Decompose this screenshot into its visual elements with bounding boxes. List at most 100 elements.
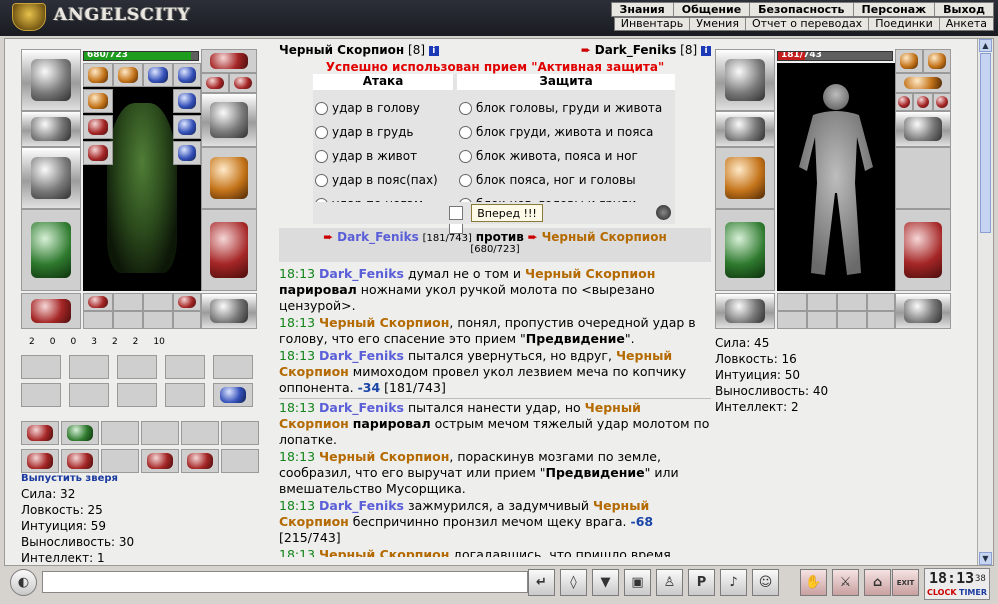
skill-slot[interactable] xyxy=(69,383,109,407)
scroll-slot[interactable] xyxy=(221,449,259,473)
attack-option[interactable]: удар в пояс(пах) xyxy=(315,168,455,192)
versus-left-name[interactable]: Dark_Feniks xyxy=(337,230,419,244)
amulet-slot[interactable] xyxy=(923,49,951,73)
refresh-icon[interactable] xyxy=(656,205,671,220)
scroll-thumb[interactable] xyxy=(980,53,991,233)
rune-slot[interactable] xyxy=(173,141,201,165)
skill-slot[interactable] xyxy=(213,383,253,407)
rune-slot[interactable] xyxy=(83,141,113,165)
skill-slot[interactable] xyxy=(117,383,157,407)
skill-slot[interactable] xyxy=(21,383,61,407)
rune-slot[interactable] xyxy=(83,63,113,87)
attack-option[interactable]: удар в голову xyxy=(315,96,455,120)
skill-slot[interactable] xyxy=(213,355,253,379)
belt-slot[interactable] xyxy=(21,293,81,329)
rune-slot[interactable] xyxy=(83,115,113,139)
rune-slot[interactable] xyxy=(143,63,173,87)
defense-option[interactable]: блок живота, пояса и ног xyxy=(459,144,675,168)
gloves-slot[interactable] xyxy=(201,93,257,147)
scroll-slot[interactable] xyxy=(61,449,99,473)
save-icon[interactable]: ▣ xyxy=(624,569,651,596)
auto-checkbox[interactable] xyxy=(449,206,463,220)
shield-slot[interactable] xyxy=(201,147,257,209)
submenu-skills[interactable]: Умения xyxy=(690,18,746,30)
rune-slot[interactable] xyxy=(83,89,113,113)
info-icon[interactable]: i xyxy=(428,45,439,56)
ring-slot[interactable] xyxy=(229,73,257,93)
chat-input[interactable] xyxy=(42,571,528,593)
weapon-slot[interactable] xyxy=(715,147,775,209)
submenu-profile[interactable]: Анкета xyxy=(940,18,993,30)
send-icon[interactable]: ↵ xyxy=(528,569,555,596)
left-fighter-name[interactable]: Черный Скорпион xyxy=(279,43,404,57)
empty-slot[interactable] xyxy=(83,311,113,329)
submenu-fights[interactable]: Поединки xyxy=(869,18,940,30)
volume-icon[interactable]: ♪ xyxy=(720,569,747,596)
scroll-up-icon[interactable]: ▲ xyxy=(979,39,992,52)
attack-option[interactable]: удар в живот xyxy=(315,144,455,168)
scroll-slot[interactable] xyxy=(21,449,59,473)
person-icon[interactable]: ♙ xyxy=(656,569,683,596)
scroll-slot[interactable] xyxy=(221,421,259,445)
scroll-slot[interactable] xyxy=(101,449,139,473)
menu-character[interactable]: Персонаж xyxy=(854,3,936,16)
rune-slot[interactable] xyxy=(173,89,201,113)
empty-slot[interactable] xyxy=(777,293,807,311)
submenu-inventory[interactable]: Инвентарь xyxy=(615,18,691,30)
scroll-slot[interactable] xyxy=(21,421,59,445)
ring-slot[interactable] xyxy=(895,73,951,93)
attack-radio[interactable] xyxy=(315,125,328,139)
smiley-icon[interactable]: ☺ xyxy=(752,569,779,596)
scroll-down-icon[interactable]: ▼ xyxy=(979,552,992,565)
empty-slot[interactable] xyxy=(143,311,173,329)
ring-slot[interactable] xyxy=(895,93,913,111)
log-opponent[interactable]: Черный Скорпион xyxy=(319,547,449,557)
legs-slot[interactable] xyxy=(895,209,951,291)
empty-slot[interactable] xyxy=(807,311,837,329)
skill-slot[interactable] xyxy=(21,355,61,379)
boots-slot[interactable] xyxy=(895,293,951,329)
empty-slot[interactable] xyxy=(113,293,143,311)
swords-icon[interactable]: ⚔ xyxy=(832,569,859,596)
empty-slot[interactable] xyxy=(867,311,895,329)
bracers-slot[interactable] xyxy=(715,111,775,147)
item-slot[interactable] xyxy=(83,293,113,311)
rune-slot[interactable] xyxy=(113,63,143,87)
empty-slot[interactable] xyxy=(777,311,807,329)
defense-option[interactable]: блок груди, живота и пояса xyxy=(459,120,675,144)
empty-slot[interactable] xyxy=(173,311,201,329)
helmet-slot[interactable] xyxy=(21,49,81,111)
release-pet-link[interactable]: Выпустить зверя xyxy=(21,473,118,484)
forward-button[interactable]: Вперед !!! xyxy=(471,204,543,222)
gloves-slot[interactable] xyxy=(895,111,951,147)
defense-radio[interactable] xyxy=(459,173,472,187)
scroll-slot[interactable] xyxy=(61,421,99,445)
empty-slot[interactable] xyxy=(867,293,895,311)
menu-communication[interactable]: Общение xyxy=(674,3,751,16)
weapon-slot[interactable] xyxy=(21,147,81,209)
skill-slot[interactable] xyxy=(165,383,205,407)
menu-knowledge[interactable]: Знания xyxy=(612,3,674,16)
scroll-slot[interactable] xyxy=(181,449,219,473)
defense-radio[interactable] xyxy=(459,125,472,139)
empty-slot[interactable] xyxy=(113,311,143,329)
skill-slot[interactable] xyxy=(117,355,157,379)
log-actor[interactable]: Dark_Feniks xyxy=(319,348,404,363)
legs-slot[interactable] xyxy=(201,209,257,291)
defense-radio[interactable] xyxy=(459,149,472,163)
empty-slot[interactable] xyxy=(143,293,173,311)
defense-option[interactable]: блок пояса, ног и головы xyxy=(459,168,675,192)
armor-slot[interactable] xyxy=(21,209,81,291)
scroll-slot[interactable] xyxy=(141,449,179,473)
skill-slot[interactable] xyxy=(165,355,205,379)
exit-icon[interactable]: EXIT xyxy=(892,569,919,596)
amulet-slot[interactable] xyxy=(895,49,923,73)
log-opponent[interactable]: Черный Скорпион xyxy=(319,315,449,330)
right-fighter-name[interactable]: Dark_Feniks xyxy=(595,43,677,57)
boots-slot[interactable] xyxy=(201,293,257,329)
rune-slot[interactable] xyxy=(173,115,201,139)
shield-slot[interactable] xyxy=(895,147,951,209)
scroll-slot[interactable] xyxy=(101,421,139,445)
ring-slot[interactable] xyxy=(201,73,229,93)
log-actor[interactable]: Dark_Feniks xyxy=(319,498,404,513)
